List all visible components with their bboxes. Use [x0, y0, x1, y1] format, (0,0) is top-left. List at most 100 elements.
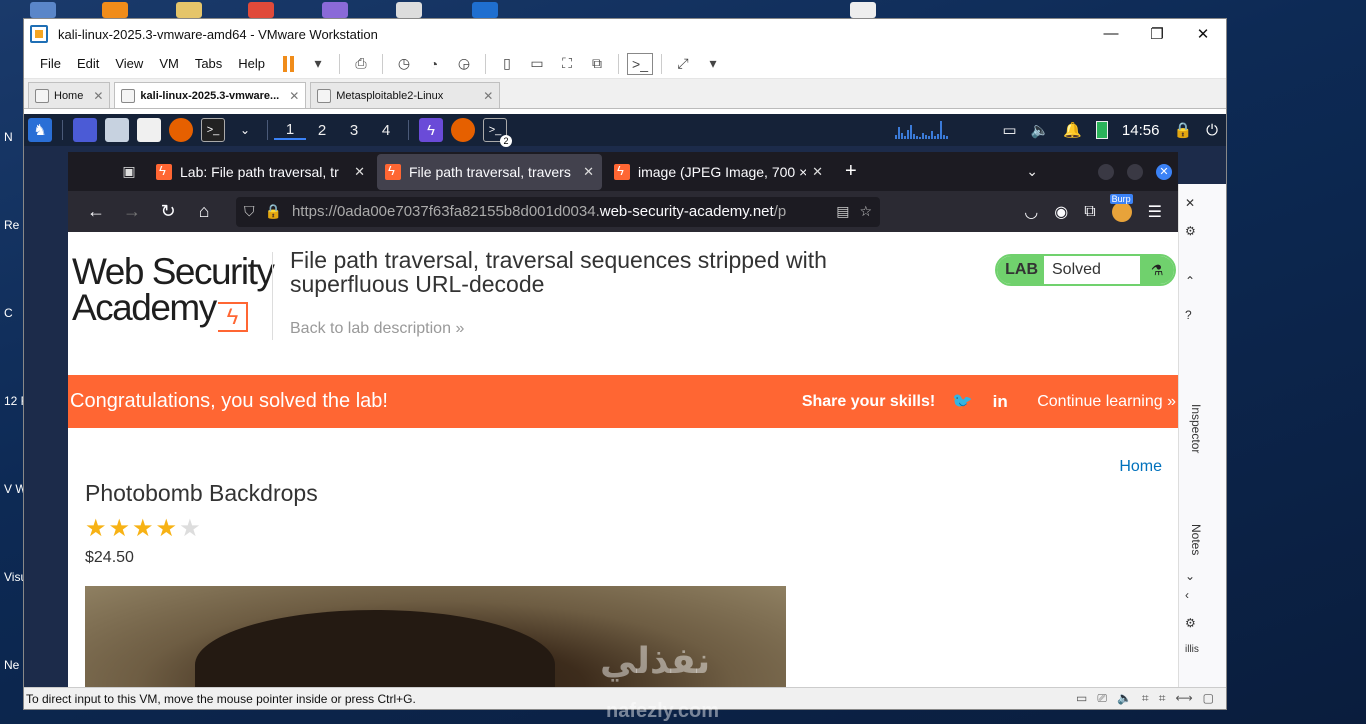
- close-tab-icon[interactable]: ✕: [583, 164, 594, 180]
- notifications-icon[interactable]: 🔔: [1063, 121, 1082, 139]
- library-view-icon[interactable]: ▯: [494, 53, 520, 75]
- gear-icon[interactable]: ⚙: [1185, 224, 1196, 238]
- menu-edit[interactable]: Edit: [69, 56, 107, 71]
- menu-help[interactable]: Help: [230, 56, 273, 71]
- chevron-down-icon[interactable]: ⌄: [1185, 569, 1195, 583]
- forward-icon[interactable]: →: [116, 196, 148, 228]
- hamburger-menu-icon[interactable]: ☰: [1148, 202, 1162, 222]
- display-icon[interactable]: ▭: [1002, 121, 1016, 139]
- close-window-icon[interactable]: ✕: [1156, 163, 1172, 180]
- firefox-tab[interactable]: image (JPEG Image, 700 × ✕: [606, 154, 831, 190]
- host-app-icon[interactable]: [472, 2, 498, 18]
- notes-tab[interactable]: Notes: [1189, 524, 1203, 555]
- workspace-2[interactable]: 2: [306, 122, 338, 139]
- battery-icon[interactable]: [1095, 121, 1108, 139]
- list-all-tabs-icon[interactable]: ⌄: [1026, 163, 1038, 180]
- lock-icon[interactable]: 🔒: [265, 203, 282, 220]
- restore-button[interactable]: ❐: [1134, 25, 1180, 43]
- close-tab-icon[interactable]: ✕: [812, 164, 823, 180]
- burp-extension-icon[interactable]: Burp: [1109, 193, 1133, 222]
- close-tab-icon[interactable]: ✕: [354, 164, 365, 180]
- host-app-icon[interactable]: [322, 2, 348, 18]
- back-to-lab-description-link[interactable]: Back to lab description »: [290, 320, 464, 338]
- menu-file[interactable]: File: [32, 56, 69, 71]
- vm-display[interactable]: ♞ >_ ⌄ 1 2 3 4 ϟ >_ 2 ▭ 🔈 🔔 14:56 🔒 ⏻ ▣ …: [24, 114, 1226, 689]
- kali-menu-icon[interactable]: ♞: [28, 118, 52, 142]
- console-icon[interactable]: >_: [627, 52, 654, 75]
- chevron-left-icon[interactable]: ‹: [1185, 588, 1189, 602]
- account-icon[interactable]: ◉: [1054, 202, 1068, 222]
- close-tab-icon[interactable]: ✕: [93, 89, 103, 103]
- host-app-icon[interactable]: [850, 2, 876, 18]
- desktop-icon[interactable]: [73, 118, 97, 142]
- pocket-icon[interactable]: ◡: [1024, 202, 1038, 222]
- message-icon[interactable]: ▢: [1203, 691, 1214, 706]
- maximize-icon[interactable]: [1127, 163, 1143, 180]
- network-icon[interactable]: ⎚: [1097, 691, 1107, 706]
- continue-learning-link[interactable]: Continue learning »: [1037, 393, 1178, 411]
- lock-icon[interactable]: 🔒: [1173, 121, 1192, 139]
- snapshot-manager-icon[interactable]: ◶: [451, 53, 477, 75]
- host-app-icon[interactable]: [30, 2, 56, 18]
- home-icon[interactable]: ⌂: [188, 196, 220, 228]
- terminal-taskbar-icon[interactable]: >_ 2: [483, 118, 512, 147]
- close-tab-icon[interactable]: ✕: [289, 89, 299, 103]
- unity-icon[interactable]: ⧉: [584, 53, 610, 75]
- bookmark-star-icon[interactable]: ☆: [859, 203, 872, 220]
- close-button[interactable]: ✕: [1180, 25, 1226, 43]
- burp-taskbar-icon[interactable]: ϟ: [419, 118, 443, 142]
- text-editor-icon[interactable]: [137, 118, 161, 142]
- minimize-icon[interactable]: [1098, 163, 1114, 180]
- vmware-tab-kali[interactable]: kali-linux-2025.3-vmware... ✕: [114, 82, 307, 108]
- chevron-up-icon[interactable]: ⌃: [1185, 274, 1195, 288]
- send-ctrl-alt-del-icon[interactable]: ⎙: [348, 53, 374, 75]
- firefox-icon[interactable]: [169, 118, 193, 142]
- host-app-icon[interactable]: [396, 2, 422, 18]
- twitter-icon[interactable]: 🐦: [952, 392, 973, 411]
- fullscreen-icon[interactable]: ⛶: [554, 53, 580, 75]
- extensions-icon[interactable]: ⧉: [1084, 203, 1095, 221]
- menu-view[interactable]: View: [107, 56, 151, 71]
- shield-icon[interactable]: ⛉: [244, 203, 255, 220]
- url-bar[interactable]: ⛉ 🔒 https://0ada00e7037f63fa82155b8d001d…: [236, 196, 880, 227]
- help-icon[interactable]: ?: [1185, 308, 1192, 322]
- host-app-icon[interactable]: [248, 2, 274, 18]
- stretch-dropdown-icon[interactable]: ▾: [700, 53, 726, 75]
- hdd-icon[interactable]: ▭: [1076, 691, 1087, 706]
- home-link[interactable]: Home: [1119, 458, 1162, 476]
- vmware-tab-metasploitable[interactable]: Metasploitable2-Linux ✕: [310, 82, 501, 108]
- web-security-academy-logo[interactable]: Web Security Academy ϟ: [72, 253, 275, 332]
- new-tab-icon[interactable]: +: [845, 160, 857, 183]
- snapshot-icon[interactable]: ◷: [391, 53, 417, 75]
- pause-vm-button[interactable]: [275, 53, 301, 75]
- minimize-button[interactable]: —: [1088, 25, 1134, 43]
- host-app-icon[interactable]: [176, 2, 202, 18]
- gear-icon[interactable]: ⚙: [1185, 616, 1196, 630]
- workspace-4[interactable]: 4: [370, 122, 402, 139]
- power-icon[interactable]: ⏻: [1206, 122, 1218, 139]
- workspace-1[interactable]: 1: [274, 121, 306, 140]
- linkedin-icon[interactable]: in: [991, 392, 1009, 411]
- firefox-view-icon[interactable]: ▣: [114, 157, 144, 187]
- firefox-tab-active[interactable]: File path traversal, travers ✕: [377, 153, 602, 190]
- reader-view-icon[interactable]: ▤: [836, 203, 849, 220]
- power-dropdown-icon[interactable]: ▾: [305, 53, 331, 75]
- close-icon[interactable]: ✕: [1185, 196, 1195, 210]
- firefox-tab[interactable]: Lab: File path traversal, tr ✕: [148, 154, 373, 190]
- close-tab-icon[interactable]: ✕: [483, 89, 493, 103]
- chevron-down-icon[interactable]: ⌄: [233, 118, 257, 142]
- volume-icon[interactable]: 🔈: [1031, 121, 1050, 139]
- file-manager-icon[interactable]: [105, 118, 129, 142]
- network-adapter-icon[interactable]: ⟷: [1175, 691, 1192, 706]
- vmware-tab-home[interactable]: Home ✕: [28, 82, 111, 108]
- menu-vm[interactable]: VM: [151, 56, 187, 71]
- inspector-tab[interactable]: Inspector: [1189, 404, 1203, 453]
- thumbnail-view-icon[interactable]: ▭: [524, 53, 550, 75]
- reload-icon[interactable]: ↻: [152, 196, 184, 228]
- stretch-icon[interactable]: ⤢: [670, 53, 696, 75]
- host-app-icon[interactable]: [102, 2, 128, 18]
- usb-icon[interactable]: ⌗: [1159, 691, 1166, 706]
- firefox-taskbar-icon[interactable]: [451, 118, 475, 142]
- terminal-icon[interactable]: >_: [201, 118, 225, 142]
- revert-snapshot-icon[interactable]: ◔: [421, 53, 447, 75]
